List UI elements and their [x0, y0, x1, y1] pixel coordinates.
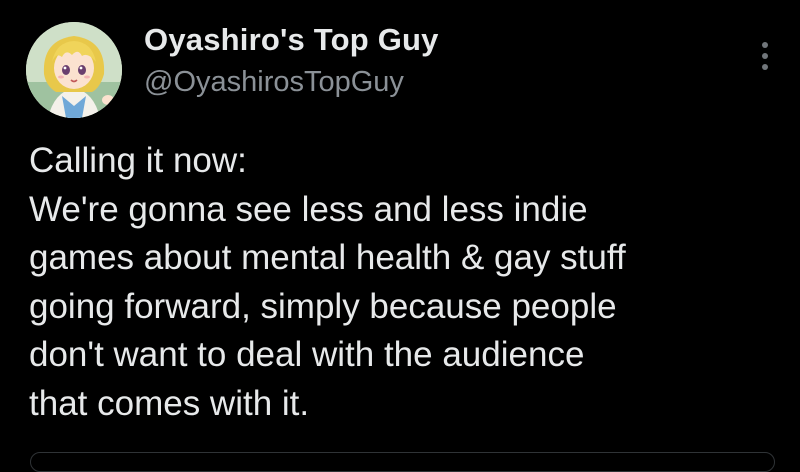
tweet-card: Oyashiro's Top Guy @OyashirosTopGuy Call…: [0, 0, 800, 472]
tweet-text: Calling it now: We're gonna see less and…: [29, 137, 769, 428]
anime-girl-avatar-icon: [26, 22, 122, 118]
media-card-edge: [30, 452, 775, 472]
tweet-text-line: don't want to deal with the audience: [29, 335, 585, 374]
tweet-text-line: that comes with it.: [29, 383, 310, 423]
tweet-text-line: games about mental health & gay stuff: [29, 238, 626, 277]
tweet-text-line: going forward, simply because people: [29, 286, 617, 326]
more-vertical-icon-dot: [762, 53, 768, 59]
tweet-text-line: Calling it now:: [29, 141, 247, 180]
more-vertical-icon-dot: [762, 42, 768, 48]
more-options-button[interactable]: [750, 34, 780, 78]
more-vertical-icon-dot: [762, 64, 768, 70]
avatar[interactable]: [26, 22, 122, 118]
user-handle[interactable]: @OyashirosTopGuy: [144, 66, 404, 99]
display-name[interactable]: Oyashiro's Top Guy: [144, 22, 439, 58]
tweet-text-line: We're gonna see less and less indie: [29, 189, 588, 229]
